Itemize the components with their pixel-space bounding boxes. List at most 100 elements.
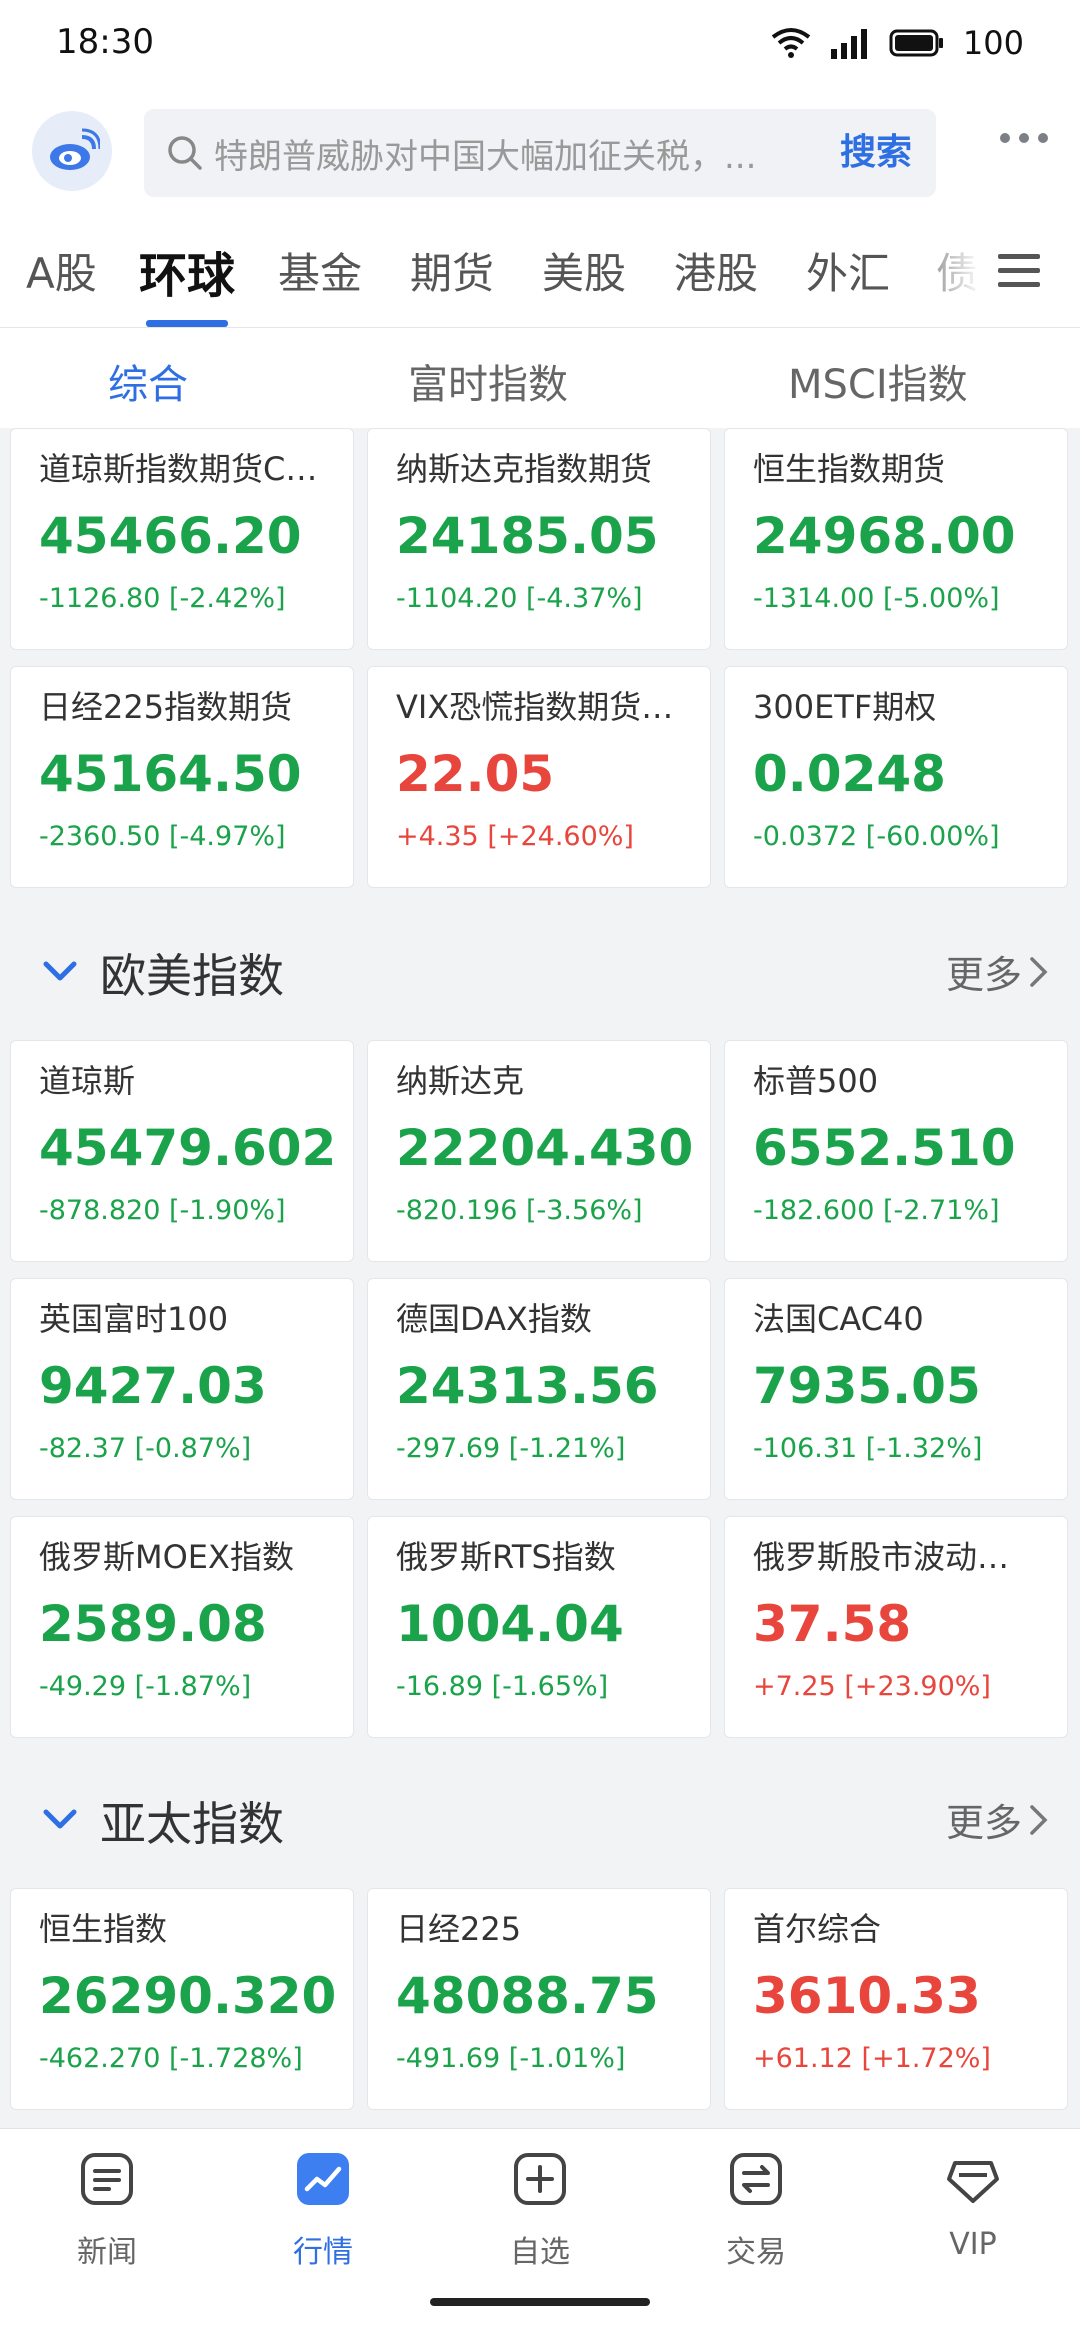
index-row: 俄罗斯MOEX指数 2589.08 -49.29 [-1.87%] 俄罗斯RTS… xyxy=(10,1516,1070,1740)
quote-card[interactable]: 法国CAC40 7935.05 -106.31 [-1.32%] xyxy=(724,1278,1068,1500)
search-box[interactable]: 特朗普威胁对中国大幅加征关税，... 搜索 xyxy=(144,109,936,197)
quote-card[interactable]: 标普500 6552.510 -182.600 [-2.71%] xyxy=(724,1040,1068,1262)
content-area: 道琼斯指数期货CFD 45466.20 -1126.80 [-2.42%] 纳斯… xyxy=(0,428,1080,2128)
nav-watchlist[interactable]: 自选 xyxy=(450,2149,630,2271)
more-link[interactable]: 更多 xyxy=(946,1792,1050,1847)
quote-card[interactable]: 纳斯达克指数期货 24185.05 -1104.20 [-4.37%] xyxy=(367,428,711,650)
quote-name: 纳斯达克 xyxy=(396,1062,525,1100)
subtab-msci[interactable]: MSCI指数 xyxy=(788,352,968,410)
search-button[interactable]: 搜索 xyxy=(840,109,912,197)
nav-news[interactable]: 新闻 xyxy=(17,2149,197,2271)
watchlist-icon xyxy=(514,2153,566,2205)
signal-icon xyxy=(830,29,867,59)
futures-row: 日经225指数期货 45164.50 -2360.50 [-4.97%] VIX… xyxy=(10,666,1070,890)
more-link[interactable]: 更多 xyxy=(946,944,1050,999)
market-icon xyxy=(297,2153,349,2205)
quote-change: +4.35 [+24.60%] xyxy=(396,821,634,852)
quote-change: -106.31 [-1.32%] xyxy=(753,1433,983,1464)
quote-price: 26290.320 xyxy=(39,1967,337,2025)
quote-price: 1004.04 xyxy=(396,1595,624,1653)
tab-hk-stocks[interactable]: 港股 xyxy=(674,240,758,301)
quote-price: 37.58 xyxy=(753,1595,912,1653)
section-header-europe-us[interactable]: 欧美指数 更多 xyxy=(0,916,1080,1026)
menu-icon[interactable] xyxy=(998,254,1040,296)
quote-card[interactable]: 纳斯达克 22204.430 -820.196 [-3.56%] xyxy=(367,1040,711,1262)
quote-name: 首尔综合 xyxy=(753,1910,882,1948)
subtab-overview[interactable]: 综合 xyxy=(108,352,188,410)
quote-change: -0.0372 [-60.00%] xyxy=(753,821,1000,852)
quote-price: 24968.00 xyxy=(753,507,1016,565)
chevron-right-icon xyxy=(1030,956,1048,987)
quote-change: -1126.80 [-2.42%] xyxy=(39,583,286,614)
quote-name: VIX恐慌指数期货CFD xyxy=(396,688,682,726)
quote-name: 纳斯达克指数期货 xyxy=(396,450,653,488)
quote-card[interactable]: VIX恐慌指数期货CFD 22.05 +4.35 [+24.60%] xyxy=(367,666,711,888)
quote-change: -820.196 [-3.56%] xyxy=(396,1195,643,1226)
section-header-asia-pacific[interactable]: 亚太指数 更多 xyxy=(0,1764,1080,1874)
tab-futures[interactable]: 期货 xyxy=(410,240,494,301)
quote-price: 3610.33 xyxy=(753,1967,981,2025)
quote-card[interactable]: 日经225 48088.75 -491.69 [-1.01%] xyxy=(367,1888,711,2110)
quote-change: -49.29 [-1.87%] xyxy=(39,1671,252,1702)
header: 特朗普威胁对中国大幅加征关税，... 搜索 xyxy=(0,95,1080,210)
news-icon xyxy=(81,2153,133,2205)
quote-card[interactable]: 日经225指数期货 45164.50 -2360.50 [-4.97%] xyxy=(10,666,354,888)
active-tab-indicator xyxy=(146,320,228,327)
quote-name: 道琼斯 xyxy=(39,1062,136,1100)
quote-name: 日经225指数期货 xyxy=(39,688,293,726)
quote-change: -297.69 [-1.21%] xyxy=(396,1433,626,1464)
nav-trade[interactable]: 交易 xyxy=(666,2149,846,2271)
index-row: 恒生指数 26290.320 -462.270 [-1.728%] 日经225 … xyxy=(10,1888,1070,2112)
quote-card[interactable]: 恒生指数 26290.320 -462.270 [-1.728%] xyxy=(10,1888,354,2110)
quote-name: 日经225 xyxy=(396,1910,522,1948)
quote-card[interactable]: 首尔综合 3610.33 +61.12 [+1.72%] xyxy=(724,1888,1068,2110)
quote-card[interactable]: 道琼斯指数期货CFD 45466.20 -1126.80 [-2.42%] xyxy=(10,428,354,650)
search-input[interactable]: 特朗普威胁对中国大幅加征关税，... xyxy=(214,129,784,178)
quote-card[interactable]: 恒生指数期货 24968.00 -1314.00 [-5.00%] xyxy=(724,428,1068,650)
quote-card[interactable]: 俄罗斯股市波动率指数 37.58 +7.25 [+23.90%] xyxy=(724,1516,1068,1738)
section-title: 亚太指数 xyxy=(100,1797,284,1851)
quote-price: 24185.05 xyxy=(396,507,659,565)
more-options-icon[interactable] xyxy=(1000,133,1048,143)
quote-price: 9427.03 xyxy=(39,1357,267,1415)
quote-price: 24313.56 xyxy=(396,1357,659,1415)
app-logo[interactable] xyxy=(32,111,112,191)
market-tabs: A股 环球 基金 期货 美股 港股 外汇 债券 xyxy=(0,210,1080,328)
quote-card[interactable]: 德国DAX指数 24313.56 -297.69 [-1.21%] xyxy=(367,1278,711,1500)
quote-price: 45479.602 xyxy=(39,1119,337,1177)
battery-level: 100 xyxy=(962,24,1024,62)
nav-market[interactable]: 行情 xyxy=(233,2149,413,2271)
quote-card[interactable]: 道琼斯 45479.602 -878.820 [-1.90%] xyxy=(10,1040,354,1262)
quote-price: 48088.75 xyxy=(396,1967,659,2025)
quote-price: 6552.510 xyxy=(753,1119,1016,1177)
home-indicator[interactable] xyxy=(430,2298,650,2306)
tab-us-stocks[interactable]: 美股 xyxy=(542,240,626,301)
tab-forex[interactable]: 外汇 xyxy=(806,240,890,301)
chevron-down-icon xyxy=(43,1809,77,1829)
quote-name: 300ETF期权 xyxy=(753,688,937,726)
futures-row: 道琼斯指数期货CFD 45466.20 -1126.80 [-2.42%] 纳斯… xyxy=(10,428,1070,652)
section-title: 欧美指数 xyxy=(100,949,284,1003)
nav-vip[interactable]: VIP xyxy=(883,2149,1063,2262)
quote-card[interactable]: 俄罗斯MOEX指数 2589.08 -49.29 [-1.87%] xyxy=(10,1516,354,1738)
quote-card[interactable]: 俄罗斯RTS指数 1004.04 -16.89 [-1.65%] xyxy=(367,1516,711,1738)
quote-price: 22204.430 xyxy=(396,1119,694,1177)
subtab-ftse[interactable]: 富时指数 xyxy=(408,352,568,410)
tab-funds[interactable]: 基金 xyxy=(278,240,362,301)
quote-change: -462.270 [-1.728%] xyxy=(39,2043,303,2074)
tab-a-shares[interactable]: A股 xyxy=(26,240,97,301)
quote-price: 7935.05 xyxy=(753,1357,981,1415)
chevron-down-icon xyxy=(43,961,77,981)
status-icons: 100 xyxy=(771,24,1024,62)
tab-global[interactable]: 环球 xyxy=(139,236,235,306)
quote-card[interactable]: 300ETF期权 0.0248 -0.0372 [-60.00%] xyxy=(724,666,1068,888)
quote-card[interactable]: 英国富时100 9427.03 -82.37 [-0.87%] xyxy=(10,1278,354,1500)
quote-change: -1314.00 [-5.00%] xyxy=(753,583,1000,614)
quote-name: 恒生指数期货 xyxy=(753,450,946,488)
quote-change: -182.600 [-2.71%] xyxy=(753,1195,1000,1226)
sina-logo-icon xyxy=(50,128,100,170)
quote-change: +7.25 [+23.90%] xyxy=(753,1671,991,1702)
index-row: 道琼斯 45479.602 -878.820 [-1.90%] 纳斯达克 222… xyxy=(10,1040,1070,1264)
quote-name: 道琼斯指数期货CFD xyxy=(39,450,325,488)
status-bar: 18:30 100 xyxy=(0,0,1080,95)
